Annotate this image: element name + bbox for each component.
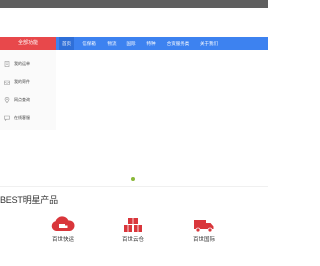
sidebar-item-label: 网点查询: [14, 97, 30, 102]
main-navigation: 全部功能 首页 信保箱 物流 国际 特种 合资服务类 关于我们: [0, 37, 268, 50]
product-card-express[interactable]: 百世快运: [23, 216, 103, 250]
nav-item-2[interactable]: 物流: [105, 37, 119, 50]
product-name: 百世云仓: [121, 237, 144, 243]
inbox-icon: [4, 80, 10, 85]
category-sidebar: 我的运单 我的寄件 网点查询 在线客服: [0, 50, 56, 130]
sidebar-item-label: 我的运单: [14, 61, 30, 66]
sidebar-item-branch-query[interactable]: 网点查询: [0, 91, 56, 109]
nav-item-3[interactable]: 国际: [124, 37, 138, 50]
carousel-dot-active[interactable]: [131, 177, 135, 181]
top-utility-bar: [0, 0, 268, 8]
truck-icon: [194, 220, 214, 233]
chat-icon: [4, 115, 10, 121]
sidebar-item-waybill[interactable]: 我的运单: [0, 55, 56, 73]
product-card-cloud-warehouse[interactable]: 百世云仓: [93, 216, 173, 250]
sidebar-item-label: 我的寄件: [14, 79, 30, 84]
product-name: 百世国际: [192, 237, 215, 243]
product-name: 百世快运: [51, 237, 74, 243]
document-icon: [4, 61, 10, 67]
nav-item-home[interactable]: 首页: [59, 37, 74, 50]
warehouse-boxes-icon: [124, 218, 142, 232]
top-bar-links: [252, 0, 264, 8]
sidebar-item-label: 在线客服: [14, 115, 30, 120]
location-pin-icon: [4, 97, 10, 103]
sidebar-item-online-service[interactable]: 在线客服: [0, 109, 56, 127]
nav-item-1[interactable]: 信保箱: [79, 37, 99, 50]
section-divider: [0, 186, 268, 187]
carousel-indicator: [131, 177, 136, 182]
cloud-truck-icon: [51, 216, 75, 231]
product-card-international[interactable]: 百世国际: [164, 216, 244, 250]
section-title: BEST明星产品: [0, 195, 58, 205]
nav-item-5[interactable]: 合资服务类: [164, 37, 192, 50]
nav-item-4[interactable]: 特种: [144, 37, 158, 50]
sidebar-item-send[interactable]: 我的寄件: [0, 73, 56, 91]
nav-item-6[interactable]: 关于我们: [198, 37, 220, 50]
all-functions-button[interactable]: 全部功能: [0, 37, 56, 50]
